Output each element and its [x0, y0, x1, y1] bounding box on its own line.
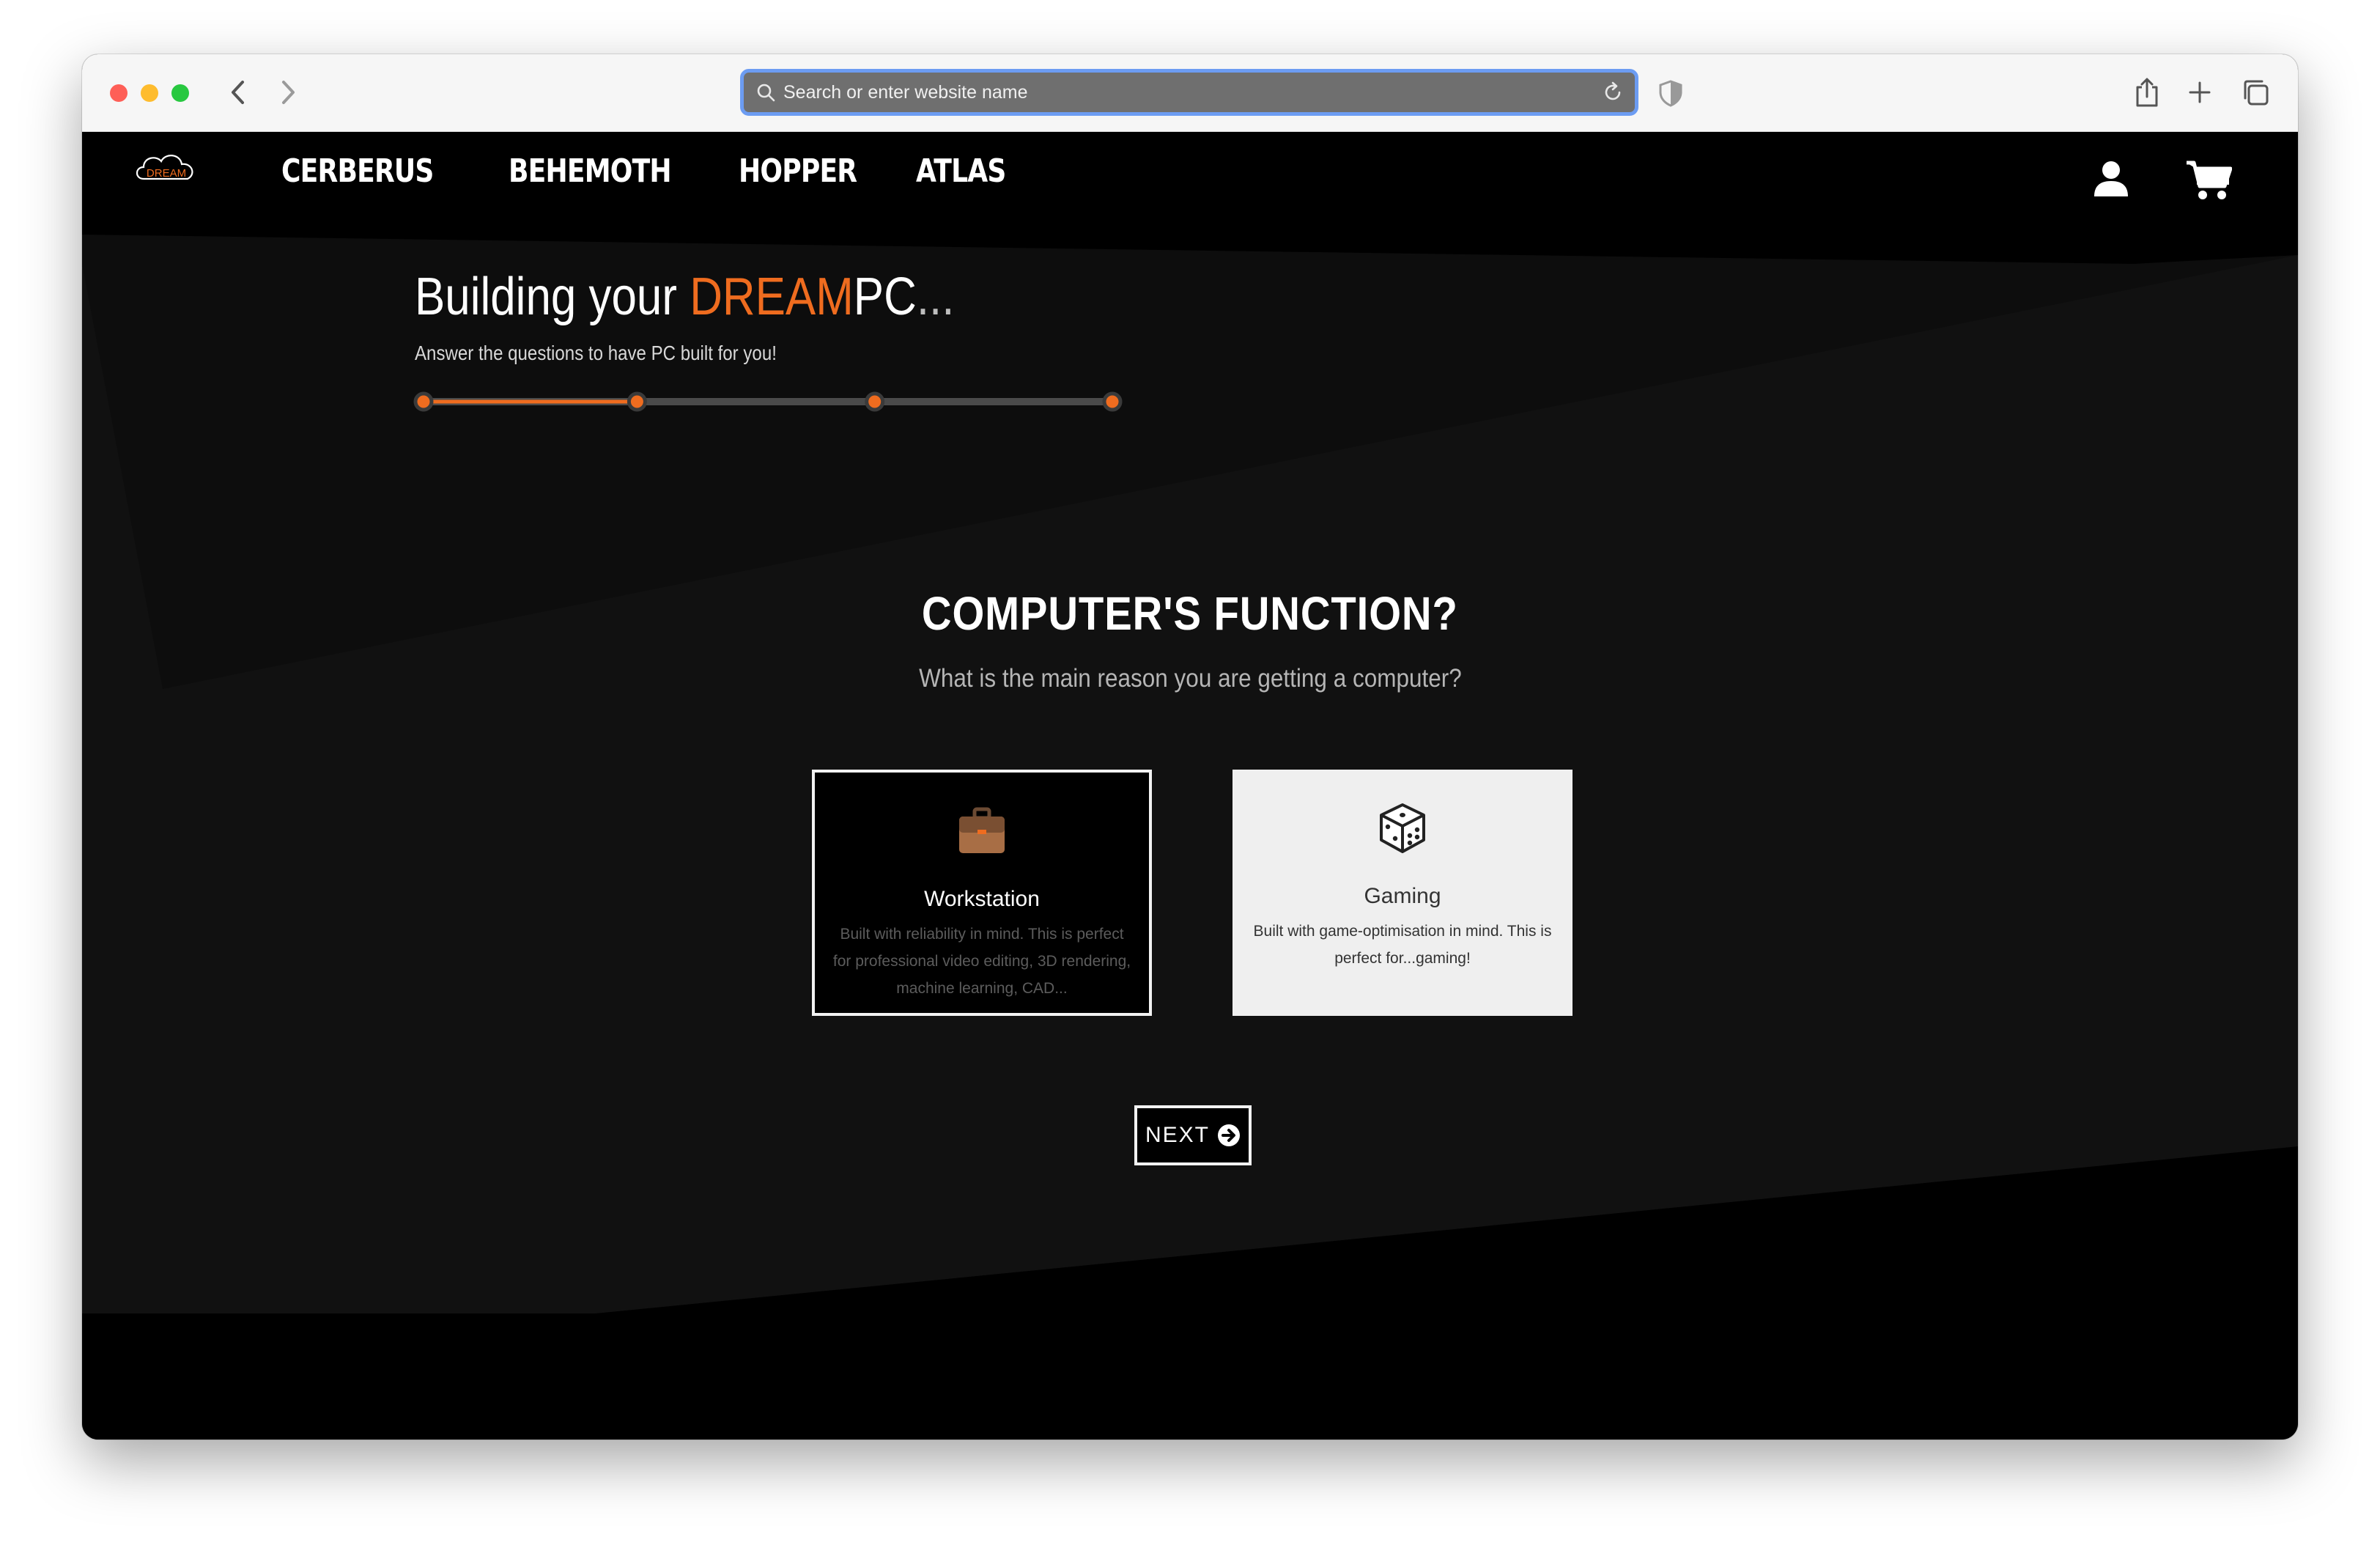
shopping-cart-icon[interactable] [2185, 160, 2232, 201]
nav-link-hopper[interactable]: HOPPER [739, 152, 857, 190]
heading-prefix: Building your [415, 268, 690, 326]
dream-logo[interactable]: DREAM [133, 150, 199, 195]
new-tab-button[interactable] [2182, 75, 2217, 110]
minimize-window-button[interactable] [141, 84, 158, 102]
heading-dots: ... [916, 268, 955, 326]
page-heading: Building your DREAMPC... [415, 267, 954, 327]
progress-step-2 [627, 391, 647, 412]
zoom-window-button[interactable] [171, 84, 189, 102]
option-workstation[interactable]: Workstation Built with reliability in mi… [812, 770, 1152, 1016]
option-title: Gaming [1364, 884, 1441, 908]
back-button[interactable] [221, 76, 254, 108]
chevron-right-icon [282, 81, 295, 104]
search-icon [757, 84, 775, 102]
plus-icon [2189, 81, 2211, 103]
next-button[interactable]: NEXT [1134, 1105, 1252, 1165]
page-content: DREAM CERBERUS BEHEMOTH HOPPER ATLAS Bui… [82, 132, 2298, 1440]
question-title: COMPUTER'S FUNCTION? [922, 587, 1458, 640]
share-icon [2136, 78, 2158, 107]
nav-link-behemoth[interactable]: BEHEMOTH [509, 152, 672, 190]
question-subtitle: What is the main reason you are getting … [918, 664, 1462, 693]
user-account-icon[interactable] [2093, 160, 2129, 198]
option-description: Built with reliability in mind. This is … [832, 926, 1131, 997]
privacy-shield-icon[interactable] [1658, 79, 1684, 107]
option-gaming[interactable]: Gaming Built with game-optimisation in m… [1232, 770, 1572, 1016]
reload-icon[interactable] [1601, 81, 1625, 104]
arrow-right-circle-icon [1218, 1124, 1240, 1146]
progress-step-3 [865, 391, 885, 412]
briefcase-icon [959, 807, 1005, 853]
option-description: Built with game-optimisation in mind. Th… [1253, 923, 1552, 967]
progress-step-1 [413, 391, 434, 412]
next-button-label: NEXT [1145, 1123, 1210, 1147]
address-input[interactable] [783, 81, 1601, 103]
option-title: Workstation [924, 887, 1040, 911]
dice-icon [1380, 803, 1425, 853]
close-window-button[interactable] [110, 84, 128, 102]
heading-brand: DREAM [690, 268, 854, 326]
progress-bar [413, 391, 1123, 412]
site-navigation: DREAM CERBERUS BEHEMOTH HOPPER ATLAS [82, 132, 2298, 227]
browser-window: DREAM CERBERUS BEHEMOTH HOPPER ATLAS Bui… [82, 54, 2298, 1440]
background-shape [82, 235, 2298, 1313]
page-subheading: Answer the questions to have PC built fo… [415, 342, 777, 364]
tabs-icon [2244, 80, 2269, 106]
nav-link-cerberus[interactable]: CERBERUS [281, 152, 434, 190]
progress-step-4 [1102, 391, 1123, 412]
address-bar[interactable] [740, 69, 1638, 116]
heading-suffix: PC [853, 268, 917, 326]
svg-text:DREAM: DREAM [147, 167, 186, 180]
forward-button[interactable] [273, 76, 305, 108]
chevron-left-icon [232, 81, 244, 104]
share-button[interactable] [2129, 75, 2165, 110]
nav-link-atlas[interactable]: ATLAS [916, 152, 1006, 190]
tab-overview-button[interactable] [2238, 75, 2273, 110]
browser-toolbar [82, 54, 2298, 132]
